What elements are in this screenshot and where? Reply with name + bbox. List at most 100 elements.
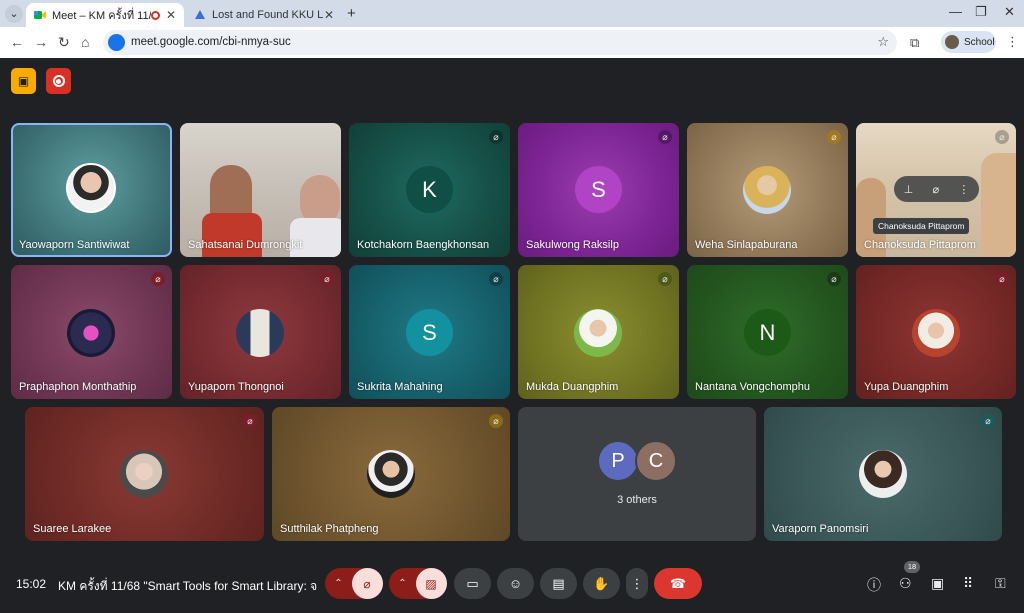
camera-off-icon[interactable]: ▨ bbox=[415, 568, 447, 599]
participant-tile[interactable]: Yaowaporn Santiwiwat bbox=[11, 123, 172, 257]
participant-tile[interactable]: ⌀ Yupa Duangphim bbox=[856, 265, 1016, 399]
host-controls-icon[interactable]: ⚿ bbox=[995, 575, 1006, 592]
participant-tile[interactable]: ⌀ Varaporn Panomsiri bbox=[764, 407, 1002, 541]
new-tab-icon[interactable]: + bbox=[347, 5, 356, 22]
address-bar[interactable]: meet.google.com/cbi-nmya-suc ☆ bbox=[103, 30, 897, 55]
profile-button[interactable]: School bbox=[941, 31, 996, 53]
audio-options-chevron-icon[interactable]: ⌃ bbox=[326, 578, 352, 589]
camera-off-warning-icon[interactable]: ▣ bbox=[11, 68, 36, 94]
tab-meet[interactable]: Meet – KM ครั้งที่ 11/68 "Sm ✕ bbox=[26, 3, 184, 27]
meet-favicon-icon bbox=[34, 11, 46, 19]
tab-search-icon[interactable]: ⌄ bbox=[5, 5, 23, 23]
muted-mic-icon: ⌀ bbox=[489, 130, 503, 144]
mic-off-icon[interactable]: ⌀ bbox=[351, 568, 383, 599]
bookmark-star-icon[interactable]: ☆ bbox=[877, 34, 889, 50]
participant-name: Sukrita Mahahing bbox=[357, 381, 443, 393]
participant-tile[interactable]: Sahatsanai Dumrongkit bbox=[180, 123, 341, 257]
muted-mic-icon: ⌀ bbox=[320, 272, 334, 286]
participant-avatar bbox=[574, 309, 622, 357]
muted-mic-icon: ⌀ bbox=[981, 414, 995, 428]
muted-mic-icon: ⌀ bbox=[489, 272, 503, 286]
tab-title: Lost and Found KKU Library bbox=[212, 9, 324, 21]
meeting-title: KM ครั้งที่ 11/68 "Smart Tools for Smart… bbox=[58, 579, 318, 593]
restore-icon[interactable]: ❐ bbox=[975, 4, 987, 20]
meeting-details-icon[interactable]: ⓘ bbox=[867, 575, 881, 595]
video-person-shirt bbox=[290, 218, 341, 257]
tab-lost-and-found[interactable]: Lost and Found KKU Library ✕ bbox=[186, 3, 342, 27]
participant-name: Sutthilak Phatpheng bbox=[280, 523, 379, 535]
people-icon[interactable]: ⚇ bbox=[899, 575, 912, 592]
muted-mic-icon: ⌀ bbox=[658, 272, 672, 286]
participant-tile[interactable]: ⌀ N Nantana Vongchomphu bbox=[687, 265, 848, 399]
muted-mic-icon: ⌀ bbox=[151, 272, 165, 286]
home-icon[interactable]: ⌂ bbox=[81, 34, 89, 50]
participant-tile[interactable]: ⌀ Weha Sinlapaburana bbox=[687, 123, 848, 257]
others-tile[interactable]: P C 3 others bbox=[518, 407, 756, 541]
back-icon[interactable]: ← bbox=[10, 34, 24, 50]
participant-name: Sahatsanai Dumrongkit bbox=[188, 239, 303, 251]
muted-mic-icon: ⌀ bbox=[658, 130, 672, 144]
video-person bbox=[981, 153, 1016, 257]
more-options-icon[interactable]: ⋮ bbox=[626, 568, 648, 599]
muted-mic-icon: ⌀ bbox=[827, 272, 841, 286]
participant-initial: P bbox=[597, 440, 639, 482]
site-favicon-icon bbox=[195, 10, 205, 19]
participant-tile[interactable]: ⌀ Praphaphon Monthathip bbox=[11, 265, 172, 399]
call-controls-bar: 15:02 KM ครั้งที่ 11/68 "Smart Tools for… bbox=[0, 561, 1024, 613]
raise-hand-icon[interactable]: ✋ bbox=[583, 568, 620, 599]
microphone-control[interactable]: ⌃ ⌀ bbox=[325, 568, 383, 599]
tile-hover-controls[interactable]: ⊥ ⌀ ⋮ bbox=[894, 176, 979, 202]
camera-control[interactable]: ⌃ ▨ bbox=[389, 568, 447, 599]
mute-participant-icon[interactable]: ⌀ bbox=[932, 183, 939, 196]
close-window-icon[interactable]: ✕ bbox=[1004, 4, 1015, 20]
reload-icon[interactable]: ↻ bbox=[58, 34, 70, 51]
participant-tile[interactable]: ⌀ Sutthilak Phatpheng bbox=[272, 407, 510, 541]
video-options-chevron-icon[interactable]: ⌃ bbox=[390, 578, 416, 589]
participant-avatar bbox=[859, 450, 907, 498]
profile-label: School bbox=[964, 36, 995, 48]
participant-tile[interactable]: ⌀ S Sakulwong Raksilp bbox=[518, 123, 679, 257]
participant-name: Sakulwong Raksilp bbox=[526, 239, 619, 251]
browser-menu-icon[interactable]: ⋮ bbox=[1006, 34, 1019, 50]
more-options-icon[interactable]: ⋮ bbox=[958, 183, 969, 196]
captions-icon[interactable]: ▤ bbox=[540, 568, 577, 599]
emoji-reactions-icon[interactable]: ☺ bbox=[497, 568, 534, 599]
participant-tile[interactable]: ⌀ Yupaporn Thongnoi bbox=[180, 265, 341, 399]
participant-tile[interactable]: ⌀ S Sukrita Mahahing bbox=[349, 265, 510, 399]
participant-initial: N bbox=[744, 309, 791, 356]
muted-mic-icon: ⌀ bbox=[995, 272, 1009, 286]
participant-avatar bbox=[236, 309, 284, 357]
participant-name: Praphaphon Monthathip bbox=[19, 381, 137, 393]
others-count-label: 3 others bbox=[617, 494, 657, 506]
close-tab-icon[interactable]: ✕ bbox=[166, 8, 176, 22]
participant-avatar bbox=[912, 309, 960, 357]
forward-icon[interactable]: → bbox=[34, 34, 48, 50]
extensions-icon[interactable]: ⧉ bbox=[910, 35, 919, 51]
microphone-in-use-icon[interactable] bbox=[108, 34, 125, 51]
participant-name: Varaporn Panomsiri bbox=[772, 523, 869, 535]
chat-icon[interactable]: ▣ bbox=[931, 575, 944, 592]
participant-initial: S bbox=[406, 309, 453, 356]
participant-name: Yupaporn Thongnoi bbox=[188, 381, 284, 393]
participant-avatar bbox=[367, 450, 415, 498]
activities-icon[interactable]: ⠿ bbox=[963, 575, 973, 592]
participant-initial: K bbox=[406, 166, 453, 213]
participant-initial: S bbox=[575, 166, 622, 213]
participant-avatar bbox=[67, 309, 115, 357]
participant-tile[interactable]: ⌀ Suaree Larakee bbox=[25, 407, 264, 541]
minimize-icon[interactable]: — bbox=[949, 4, 962, 19]
participant-tile[interactable]: ⌀ Mukda Duangphim bbox=[518, 265, 679, 399]
participant-name: Kotchakorn Baengkhonsan bbox=[357, 239, 490, 251]
pin-icon[interactable]: ⊥ bbox=[904, 183, 914, 196]
people-count-badge: 18 bbox=[904, 561, 920, 573]
close-tab-icon[interactable]: ✕ bbox=[324, 8, 334, 22]
leave-call-icon[interactable]: ☎ bbox=[654, 568, 702, 599]
participant-tile[interactable]: ⌀ ⊥ ⌀ ⋮ Chanoksuda Pittaprom Chanoksuda … bbox=[856, 123, 1016, 257]
url-text: meet.google.com/cbi-nmya-suc bbox=[131, 36, 291, 48]
participant-tile[interactable]: ⌀ K Kotchakorn Baengkhonsan bbox=[349, 123, 510, 257]
browser-toolbar: ← → ↻ ⌂ meet.google.com/cbi-nmya-suc ☆ ⧉… bbox=[0, 27, 1024, 58]
present-screen-icon[interactable]: ▭ bbox=[454, 568, 491, 599]
video-person bbox=[210, 165, 252, 220]
recording-icon[interactable] bbox=[46, 68, 71, 94]
recording-indicator-icon bbox=[150, 10, 160, 20]
